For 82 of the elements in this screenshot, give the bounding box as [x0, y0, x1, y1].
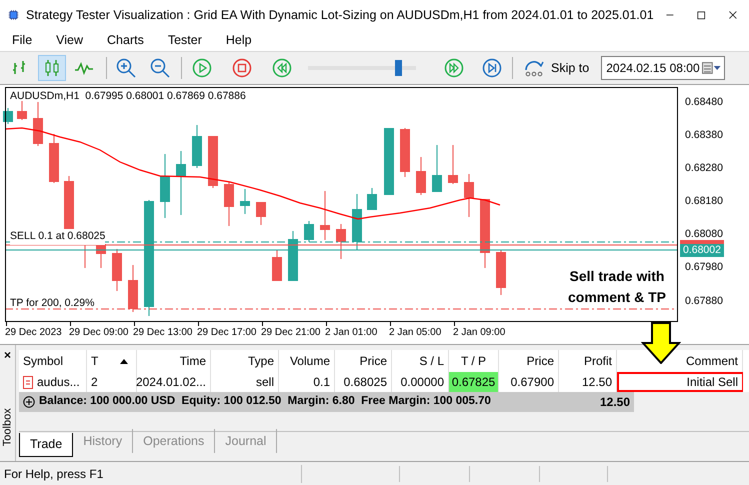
- candle: [448, 144, 458, 184]
- summary-profit: 12.50: [600, 394, 630, 411]
- candle: [3, 108, 13, 124]
- candle: [160, 154, 170, 218]
- candle: [416, 156, 426, 196]
- table-cell: Initial Sell: [617, 372, 743, 392]
- price-label: 0.67980: [685, 260, 723, 275]
- app-icon: [8, 7, 20, 23]
- skip-to-end-icon[interactable]: [482, 58, 502, 78]
- candlestick-icon: [43, 59, 61, 77]
- candle: [320, 190, 330, 240]
- speed-slider[interactable]: [308, 60, 416, 76]
- expand-icon[interactable]: [23, 396, 35, 408]
- time-label: 2 Jan 01:00: [325, 326, 378, 340]
- fast-forward-icon[interactable]: [444, 58, 464, 78]
- chart-mode-button[interactable]: [38, 55, 66, 81]
- time-label: 29 Dec 2023: [5, 326, 62, 340]
- candle: [432, 144, 442, 192]
- candle: [112, 248, 122, 292]
- play-icon[interactable]: [192, 58, 212, 78]
- candle: [176, 150, 186, 216]
- menu-item[interactable]: Help: [214, 31, 264, 50]
- time-label: 2 Jan 05:00: [389, 326, 442, 340]
- candle: [256, 202, 266, 226]
- candle: [352, 194, 362, 250]
- menu-item[interactable]: Charts: [95, 31, 156, 50]
- candle: [192, 124, 202, 168]
- candle: [240, 188, 250, 214]
- slider-thumb[interactable]: [394, 60, 402, 76]
- candle: [367, 188, 377, 210]
- candle: [272, 250, 282, 282]
- callout-text: Sell trade with comment & TP: [566, 267, 667, 307]
- zoom-out-icon[interactable]: [149, 57, 171, 79]
- date-field[interactable]: 2024.02.15 08:00: [601, 56, 726, 80]
- skip-arrow-icon[interactable]: [523, 58, 545, 78]
- price-label: 0.68280: [685, 161, 723, 176]
- table-cell: 0.67825: [449, 372, 499, 392]
- column-header[interactable]: Comment: [617, 350, 743, 372]
- candle: [304, 220, 314, 242]
- current-price-tag: 0.68002: [680, 244, 724, 257]
- panel-tab[interactable]: Trade: [19, 433, 74, 457]
- skip-to-label: Skip to: [551, 60, 590, 77]
- status-text: For Help, press F1: [0, 464, 302, 482]
- menu-item[interactable]: View: [44, 31, 96, 50]
- candle: [208, 136, 218, 188]
- menu-item[interactable]: File: [0, 31, 44, 50]
- account-summary: Balance: 100 000.00 USD Equity: 100 012.50 Margin: 6.80 Free Margin: 100 005.70: [39, 394, 491, 410]
- candle: [464, 174, 474, 218]
- candle: [288, 230, 298, 282]
- price-label: 0.68080: [685, 227, 723, 242]
- time-label: 29 Dec 17:00: [197, 326, 256, 340]
- take-profit-label: TP for 200, 0.29%: [10, 296, 94, 311]
- order-label: SELL 0.1 at 0.68025: [10, 229, 106, 245]
- candle: [17, 100, 27, 120]
- calendar-dropdown-icon[interactable]: [702, 62, 722, 74]
- stop-icon[interactable]: [232, 58, 252, 78]
- candle: [33, 102, 43, 146]
- time-label: 2 Jan 09:00: [453, 326, 506, 340]
- time-label: 29 Dec 09:00: [69, 326, 128, 340]
- line-chart-icon: [74, 61, 94, 75]
- candle: [336, 224, 346, 260]
- zoom-in-icon[interactable]: [115, 57, 137, 79]
- price-label: 0.67880: [685, 294, 723, 309]
- window-title: Strategy Tester Visualization : Grid EA With Dynamic Lot-Sizing on AUDUSDm,H1 from 2024.01.01 to 2025.01.01: [26, 6, 654, 24]
- price-label: 0.68180: [685, 194, 723, 209]
- candle: [480, 198, 490, 268]
- time-label: 29 Dec 13:00: [133, 326, 192, 340]
- price-label: 0.68480: [685, 95, 723, 110]
- menu-item[interactable]: Tester: [156, 31, 214, 50]
- candle: [224, 182, 234, 226]
- document-icon: [23, 376, 33, 388]
- toolbox-label: Toolbox: [0, 408, 14, 446]
- candle: [49, 134, 59, 184]
- rewind-icon[interactable]: [272, 58, 292, 78]
- price-label: 0.68380: [685, 128, 723, 143]
- toolbox-close-button[interactable]: ×: [4, 347, 11, 363]
- candle: [400, 128, 410, 178]
- candle: [384, 128, 394, 196]
- time-label: 29 Dec 21:00: [261, 326, 320, 340]
- chart-header: AUDUSDm,H1 0.67995 0.68001 0.67869 0.67886: [10, 89, 246, 104]
- candle: [496, 250, 506, 296]
- candle: [128, 264, 138, 312]
